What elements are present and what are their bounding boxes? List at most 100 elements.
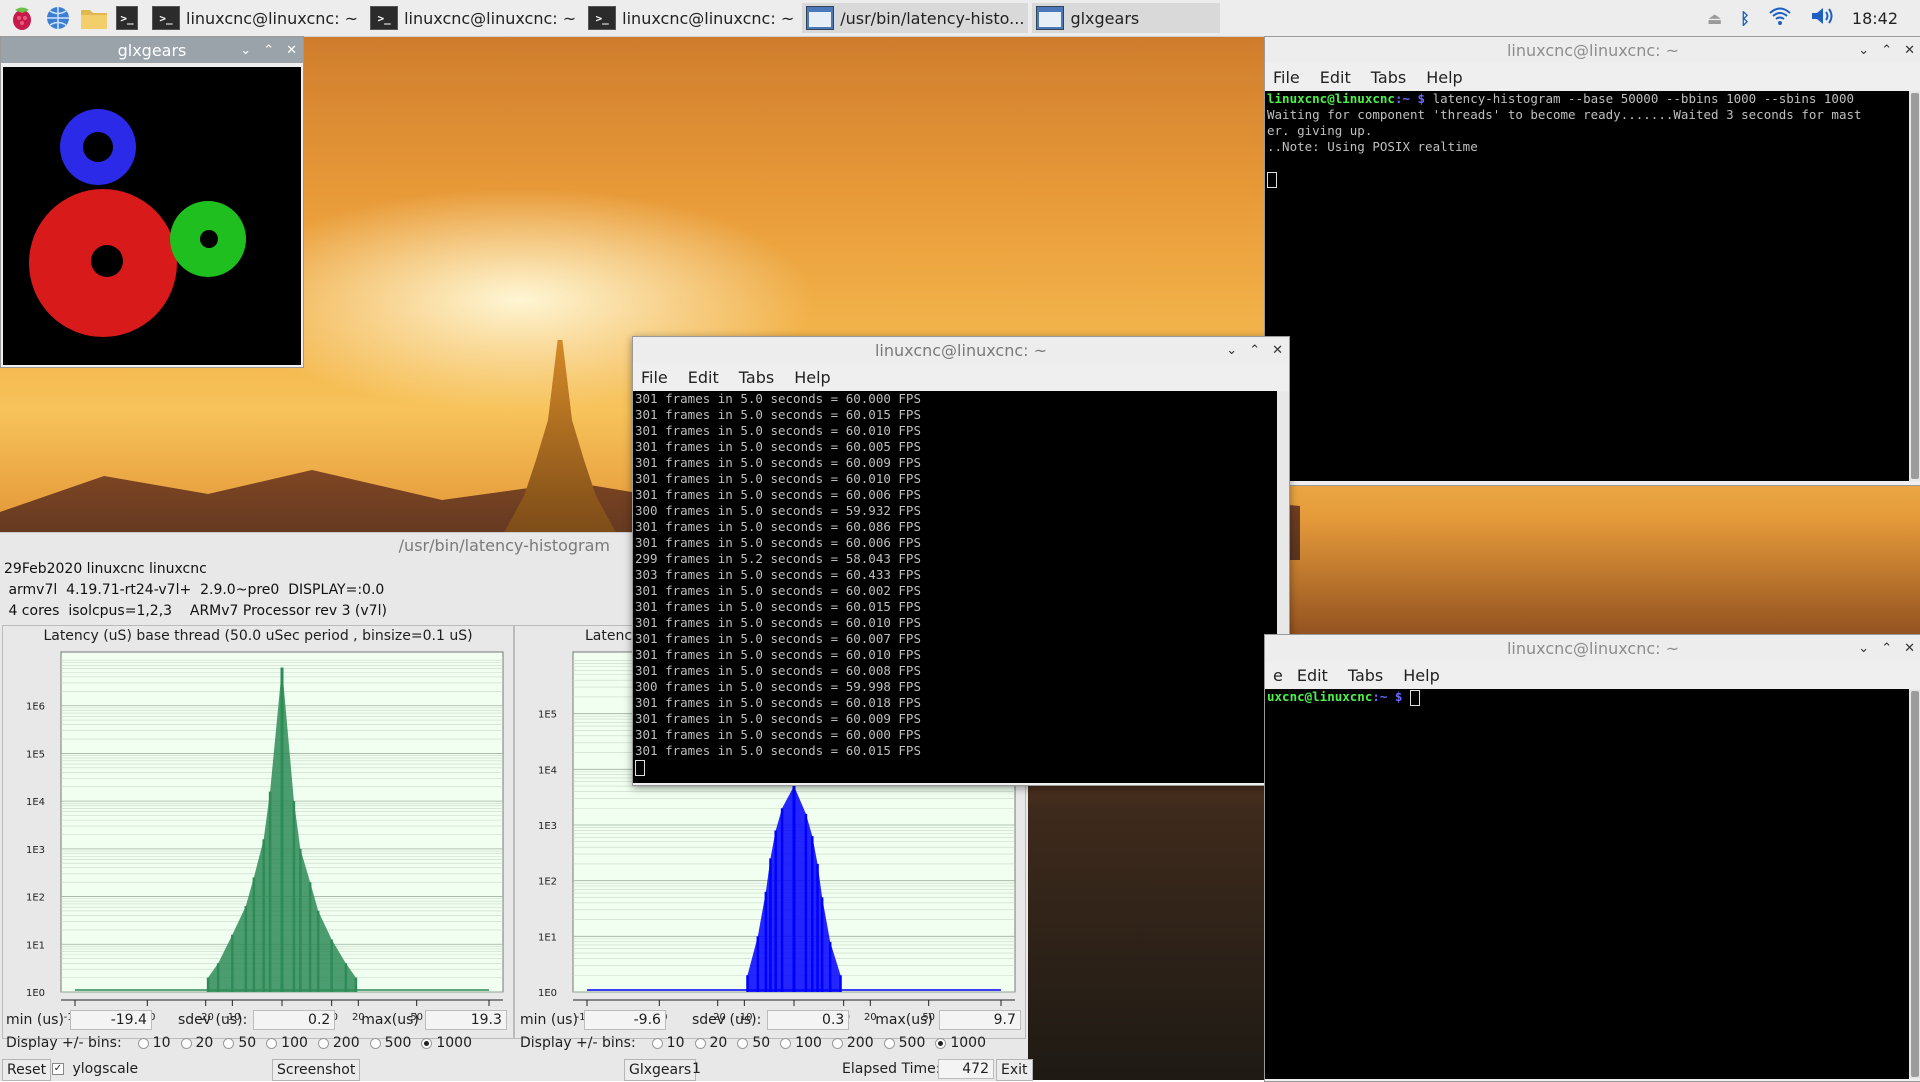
terminal-icon: >_ <box>370 6 399 30</box>
bins-radio-500[interactable]: 500 <box>360 1035 411 1051</box>
screenshot-button[interactable]: Screenshot <box>272 1059 361 1081</box>
terminal-output[interactable]: linuxcnc@linuxcnc:~ $ latency-histogram … <box>1265 91 1920 481</box>
bins-radio-20[interactable]: 20 <box>685 1035 728 1051</box>
bins-radio-10[interactable]: 10 <box>128 1035 171 1051</box>
menu-help[interactable]: Help <box>794 368 830 387</box>
task-terminal-2[interactable]: >_ linuxcnc@linuxcnc: ~ <box>366 3 580 33</box>
base-bins-radios: Display +/- bins: 10 20 50 100 200 500 1000 <box>6 1035 472 1051</box>
scrollbar[interactable] <box>1909 689 1920 1079</box>
bins-radio-50[interactable]: 50 <box>213 1035 256 1051</box>
close-icon[interactable]: ✕ <box>1272 343 1283 358</box>
menu-edit[interactable]: Edit <box>1320 68 1351 87</box>
terminal-launcher-icon[interactable]: >_ <box>116 4 144 32</box>
close-icon[interactable]: ✕ <box>1904 43 1915 58</box>
radio-label: 50 <box>752 1035 771 1051</box>
web-browser-icon[interactable] <box>44 4 72 32</box>
menu-tabs[interactable]: Tabs <box>739 368 774 387</box>
maximize-icon[interactable]: ⌃ <box>263 43 274 58</box>
output-line: ..Note: Using POSIX realtime <box>1267 139 1478 154</box>
raspberry-menu-icon[interactable] <box>8 4 36 32</box>
menu-file[interactable]: File <box>1273 68 1300 87</box>
screenshot-label: Screenshot <box>277 1062 356 1078</box>
radio-label: 20 <box>709 1035 728 1051</box>
menu-file[interactable]: e <box>1273 666 1283 685</box>
glxgears-button[interactable]: Glxgears <box>624 1059 697 1081</box>
bins-radio-50[interactable]: 50 <box>727 1035 770 1051</box>
minimize-icon[interactable]: ⌄ <box>1858 641 1869 656</box>
bluetooth-icon[interactable]: ᛒ <box>1740 9 1750 28</box>
terminal-output[interactable]: 301 frames in 5.0 seconds = 60.000 FPS 30… <box>633 391 1289 783</box>
terminal-cursor <box>1410 689 1420 706</box>
output-line: 301 frames in 5.0 seconds = 60.009 FPS <box>635 711 921 726</box>
close-icon[interactable]: ✕ <box>286 43 297 58</box>
menu-file[interactable]: File <box>641 368 668 387</box>
radio-icon <box>223 1037 235 1049</box>
window-titlebar[interactable]: glxgears ⌄ ⌃ ✕ <box>1 37 303 63</box>
maximize-icon[interactable]: ⌃ <box>1881 43 1892 58</box>
menu-tabs[interactable]: Tabs <box>1371 68 1406 87</box>
base-chart-title: Latency (uS) base thread (50.0 uSec peri… <box>43 628 473 644</box>
bins-radio-500[interactable]: 500 <box>874 1035 926 1051</box>
reset-button[interactable]: Reset <box>2 1059 52 1081</box>
volume-icon[interactable] <box>1810 6 1834 30</box>
bins-radio-20[interactable]: 20 <box>171 1035 214 1051</box>
menu-help[interactable]: Help <box>1403 666 1439 685</box>
terminal-output[interactable]: uxcnc@linuxcnc:~ $ <box>1265 689 1920 1079</box>
wifi-icon[interactable] <box>1768 6 1792 30</box>
minimize-icon[interactable]: ⌄ <box>1858 43 1869 58</box>
command-line: uxcnc@linuxcnc:~ $ <box>1267 689 1920 706</box>
bins-radio-1000[interactable]: 1000 <box>925 1035 986 1051</box>
radio-label: 20 <box>195 1035 214 1051</box>
task-terminal-1[interactable]: >_ linuxcnc@linuxcnc: ~ <box>148 3 362 33</box>
terminal-cursor <box>635 759 645 776</box>
bins-radio-10[interactable]: 10 <box>642 1035 685 1051</box>
close-icon[interactable]: ✕ <box>1904 641 1915 656</box>
maximize-icon[interactable]: ⌃ <box>1881 641 1892 656</box>
task-glxgears[interactable]: glxgears <box>1032 3 1221 33</box>
eject-icon[interactable]: ⏏ <box>1707 9 1722 28</box>
bins-radio-1000[interactable]: 1000 <box>411 1035 472 1051</box>
y-tick-label: 1E5 <box>26 749 45 760</box>
window-titlebar[interactable]: linuxcnc@linuxcnc: ~ ⌄ ⌃ ✕ <box>633 337 1289 363</box>
menu-help[interactable]: Help <box>1426 68 1462 87</box>
minimize-icon[interactable]: ⌄ <box>1226 343 1237 358</box>
window-titlebar[interactable]: linuxcnc@linuxcnc: ~ ⌄ ⌃ ✕ <box>1265 37 1920 63</box>
bins-radio-100[interactable]: 100 <box>770 1035 822 1051</box>
menu-edit[interactable]: Edit <box>688 368 719 387</box>
window-titlebar[interactable]: linuxcnc@linuxcnc: ~ ⌄ ⌃ ✕ <box>1265 635 1920 661</box>
output-line: 301 frames in 5.0 seconds = 60.008 FPS <box>635 663 921 678</box>
task-terminal-3[interactable]: >_ linuxcnc@linuxcnc: ~ <box>584 3 798 33</box>
ylogscale-label: ylogscale <box>72 1061 139 1077</box>
bins-label: Display +/- bins: <box>520 1035 636 1051</box>
output-line: Waiting for component 'threads' to becom… <box>1267 107 1862 122</box>
output-line: er. giving up. <box>1267 123 1373 138</box>
minimize-icon[interactable]: ⌄ <box>240 43 251 58</box>
output-line: 301 frames in 5.0 seconds = 60.015 FPS <box>635 599 921 614</box>
max-label: max(us) <box>875 1012 933 1028</box>
terminal-icon: >_ <box>152 6 180 30</box>
menu-bar: File Edit Tabs Help <box>633 363 1289 391</box>
menu-edit[interactable]: Edit <box>1297 666 1328 685</box>
scrollbar[interactable] <box>1909 91 1920 481</box>
bins-radio-100[interactable]: 100 <box>256 1035 308 1051</box>
output-line: 301 frames in 5.0 seconds = 60.010 FPS <box>635 471 921 486</box>
radio-label: 500 <box>898 1035 926 1051</box>
bins-radio-200[interactable]: 200 <box>308 1035 360 1051</box>
task-latency-histogram[interactable]: /usr/bin/latency-histo... <box>802 3 1029 33</box>
radio-label: 1000 <box>436 1035 472 1051</box>
menu-tabs[interactable]: Tabs <box>1348 666 1383 685</box>
clock[interactable]: 18:42 <box>1852 9 1898 28</box>
maximize-icon[interactable]: ⌃ <box>1249 343 1260 358</box>
bins-radio-200[interactable]: 200 <box>822 1035 874 1051</box>
elapsed-label: Elapsed Time: <box>842 1061 941 1077</box>
system-tray: ⏏ ᛒ 18:42 <box>1707 0 1920 36</box>
file-manager-icon[interactable] <box>80 4 108 32</box>
radio-icon <box>883 1037 895 1049</box>
y-tick-label: 1E5 <box>538 710 557 721</box>
task-label: linuxcnc@linuxcnc: ~ <box>404 8 577 28</box>
wallpaper-pagoda <box>500 340 620 540</box>
exit-button[interactable]: Exit <box>996 1059 1033 1081</box>
radio-icon <box>651 1037 663 1049</box>
task-label: linuxcnc@linuxcnc: ~ <box>186 8 359 28</box>
ylogscale-checkbox[interactable]: ✓ ylogscale <box>52 1061 138 1077</box>
